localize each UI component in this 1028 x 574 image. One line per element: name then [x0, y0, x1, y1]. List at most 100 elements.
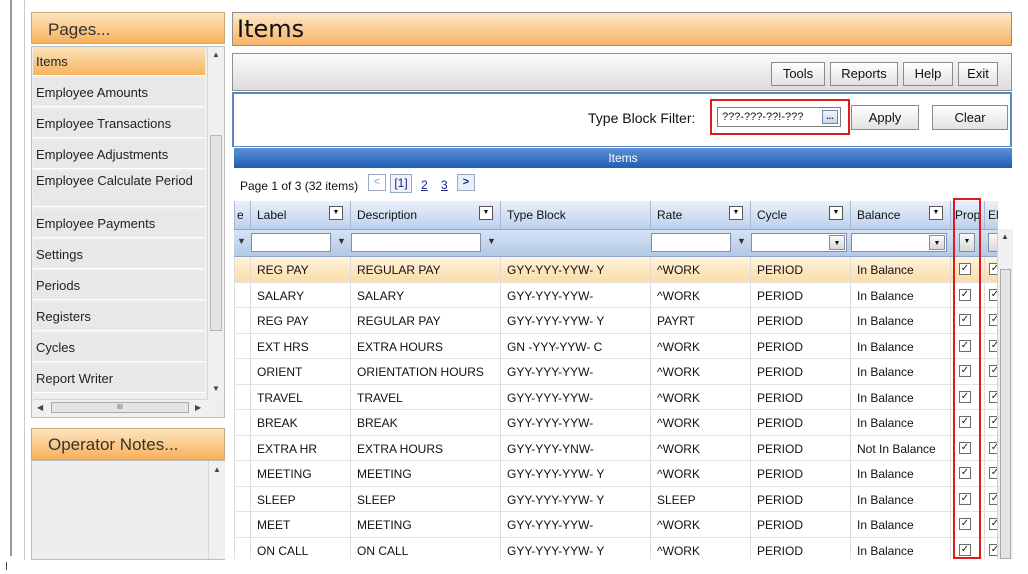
- col-header-label[interactable]: Label ▼: [250, 201, 350, 229]
- table-row[interactable]: SALARY SALARY GYY-YYY-YYW- ^WORK PERIOD In Ba…: [234, 282, 998, 308]
- col-header-el[interactable]: El: [984, 201, 998, 229]
- apply-button[interactable]: Apply: [851, 105, 919, 130]
- page-item-employee-amounts[interactable]: Employee Amounts: [33, 78, 205, 107]
- grid-scroll-thumb[interactable]: [1000, 269, 1011, 559]
- prop-checkbox[interactable]: ✓: [959, 365, 971, 377]
- col-header-balance[interactable]: Balance ▼: [850, 201, 950, 229]
- col-header-type-block[interactable]: Type Block: [500, 201, 650, 229]
- rate-filter-dropdown-icon[interactable]: ▼: [729, 206, 743, 220]
- prev-page-button[interactable]: <: [368, 174, 386, 191]
- row-leading-cell: [234, 282, 250, 307]
- pages-horizontal-scrollbar[interactable]: ◀ III ▶: [33, 399, 209, 416]
- page-item-employee-calculate-period[interactable]: Employee Calculate Period: [33, 171, 205, 207]
- description-filter-dropdown-icon[interactable]: ▼: [479, 206, 493, 220]
- type-block-filter-input[interactable]: ???-???-??!-??? ...: [717, 107, 841, 127]
- clear-button[interactable]: Clear: [932, 105, 1008, 130]
- cell-balance: In Balance: [850, 486, 950, 511]
- scroll-right-icon[interactable]: ▶: [195, 403, 201, 412]
- label-filter-dropdown-icon[interactable]: ▼: [329, 206, 343, 220]
- cycle-filter-dropdown-icon[interactable]: ▼: [829, 235, 845, 250]
- cell-description: EXTRA HOURS: [350, 435, 500, 460]
- cell-description: EXTRA HOURS: [350, 333, 500, 358]
- description-filter-input[interactable]: [351, 233, 481, 252]
- table-row[interactable]: EXT HRS EXTRA HOURS GN -YYY-YYW- C ^WORK PER…: [234, 333, 998, 359]
- row-leading-cell: [234, 257, 250, 282]
- exit-button[interactable]: Exit: [958, 62, 998, 86]
- col-header-rate[interactable]: Rate ▼: [650, 201, 750, 229]
- page-3-link[interactable]: 3: [441, 178, 448, 192]
- prop-checkbox[interactable]: ✓: [959, 467, 971, 479]
- cycle-filter-select[interactable]: ▼: [751, 233, 847, 252]
- operator-notes-body[interactable]: ▲: [31, 460, 225, 560]
- cell-type-block: GYY-YYY-YYW- Y: [500, 257, 650, 282]
- page-item-employee-adjustments[interactable]: Employee Adjustments: [33, 140, 205, 169]
- balance-filter-dropdown-icon[interactable]: ▼: [929, 206, 943, 220]
- label-filter-funnel-icon[interactable]: ▼: [337, 236, 346, 246]
- prop-filter-dropdown-icon[interactable]: ▼: [959, 233, 975, 252]
- prop-checkbox[interactable]: ✓: [959, 288, 971, 301]
- notes-vertical-scrollbar[interactable]: ▲: [208, 461, 225, 559]
- col-header-description[interactable]: Description ▼: [350, 201, 500, 229]
- prop-checkbox[interactable]: ✓: [959, 263, 971, 275]
- pages-panel-header[interactable]: Pages...: [31, 12, 225, 44]
- table-row[interactable]: TRAVEL TRAVEL GYY-YYY-YYW- ^WORK PERIOD In Ba…: [234, 384, 998, 410]
- table-row[interactable]: REG PAY REGULAR PAY GYY-YYY-YYW- Y ^WORK PER…: [234, 257, 998, 283]
- page-item-periods[interactable]: Periods: [33, 271, 205, 300]
- reports-button[interactable]: Reports: [830, 62, 898, 86]
- prop-checkbox[interactable]: ✓: [959, 441, 971, 454]
- cell-type-block: GYY-YYY-YYW-: [500, 282, 650, 307]
- tools-button[interactable]: Tools: [771, 62, 825, 86]
- page-item-report-writer[interactable]: Report Writer: [33, 364, 205, 393]
- grid-vertical-scrollbar[interactable]: ▲: [997, 229, 1013, 559]
- table-row[interactable]: MEET MEETING GYY-YYY-YYW- ^WORK PERIOD In Bal…: [234, 512, 998, 538]
- table-row[interactable]: MEETING MEETING GYY-YYY-YYW- Y ^WORK PERIOD I…: [234, 461, 998, 487]
- operator-notes-header[interactable]: Operator Notes...: [31, 428, 225, 460]
- table-row[interactable]: EXTRA HR EXTRA HOURS GYY-YYY-YNW- ^WORK PERI…: [234, 435, 998, 461]
- page-item-employee-transactions[interactable]: Employee Transactions: [33, 109, 205, 138]
- prop-checkbox[interactable]: ✓: [959, 518, 971, 530]
- table-row[interactable]: ON CALL ON CALL GYY-YYY-YYW- Y ^WORK PERIOD I…: [234, 537, 998, 559]
- grid-scroll-up-icon[interactable]: ▲: [1001, 232, 1009, 241]
- notes-scroll-up-icon[interactable]: ▲: [213, 465, 221, 474]
- pages-scroll-thumb[interactable]: [210, 135, 222, 331]
- page-item-employee-payments[interactable]: Employee Payments: [33, 209, 205, 238]
- label-filter-input[interactable]: [251, 233, 331, 252]
- pages-vertical-scrollbar[interactable]: ▲ ▼: [207, 47, 224, 399]
- rate-filter-funnel-icon[interactable]: ▼: [737, 236, 746, 246]
- prop-checkbox[interactable]: ✓: [959, 416, 971, 428]
- prop-checkbox[interactable]: ✓: [959, 339, 971, 352]
- browse-ellipsis-button[interactable]: ...: [822, 110, 838, 124]
- page-item-registers[interactable]: Registers: [33, 302, 205, 331]
- table-row[interactable]: SLEEP SLEEP GYY-YYY-YYW- Y SLEEP PERIOD In Ba…: [234, 486, 998, 512]
- table-row[interactable]: REG PAY REGULAR PAY GYY-YYY-YYW- Y PAYRT PER…: [234, 308, 998, 334]
- balance-filter-select[interactable]: ▼: [851, 233, 947, 252]
- help-button[interactable]: Help: [903, 62, 953, 86]
- prop-checkbox[interactable]: ✓: [959, 390, 971, 403]
- scroll-down-icon[interactable]: ▼: [212, 384, 220, 393]
- scroll-left-icon[interactable]: ◀: [37, 403, 43, 412]
- page-item-settings[interactable]: Settings: [33, 240, 205, 269]
- prop-checkbox[interactable]: ✓: [959, 314, 971, 326]
- cell-cycle: PERIOD: [750, 333, 850, 358]
- description-filter-funnel-icon[interactable]: ▼: [487, 236, 496, 246]
- col-header-cycle[interactable]: Cycle ▼: [750, 201, 850, 229]
- page-item-items[interactable]: Items: [33, 47, 205, 76]
- current-page-indicator: [1]: [390, 174, 412, 193]
- cell-prop: ✓: [950, 410, 984, 435]
- cycle-filter-dropdown-icon[interactable]: ▼: [829, 206, 843, 220]
- pages-hscroll-thumb[interactable]: III: [51, 402, 189, 413]
- cell-type-block: GYY-YYY-YYW- Y: [500, 461, 650, 486]
- page-2-link[interactable]: 2: [421, 178, 428, 192]
- e-filter-funnel-icon[interactable]: ▼: [237, 236, 246, 246]
- next-page-button[interactable]: >: [457, 174, 475, 191]
- table-row[interactable]: ORIENT ORIENTATION HOURS GYY-YYY-YYW- ^WORK…: [234, 359, 998, 385]
- col-header-e[interactable]: e: [234, 201, 250, 229]
- rate-filter-input[interactable]: [651, 233, 731, 252]
- col-header-prop[interactable]: Prop: [950, 201, 984, 229]
- prop-checkbox[interactable]: ✓: [959, 492, 971, 505]
- scroll-up-icon[interactable]: ▲: [212, 50, 220, 59]
- balance-filter-dropdown-icon[interactable]: ▼: [929, 235, 945, 250]
- prop-checkbox[interactable]: ✓: [959, 543, 971, 556]
- page-item-cycles[interactable]: Cycles: [33, 333, 205, 362]
- table-row[interactable]: BREAK BREAK GYY-YYY-YYW- ^WORK PERIOD In Bala…: [234, 410, 998, 436]
